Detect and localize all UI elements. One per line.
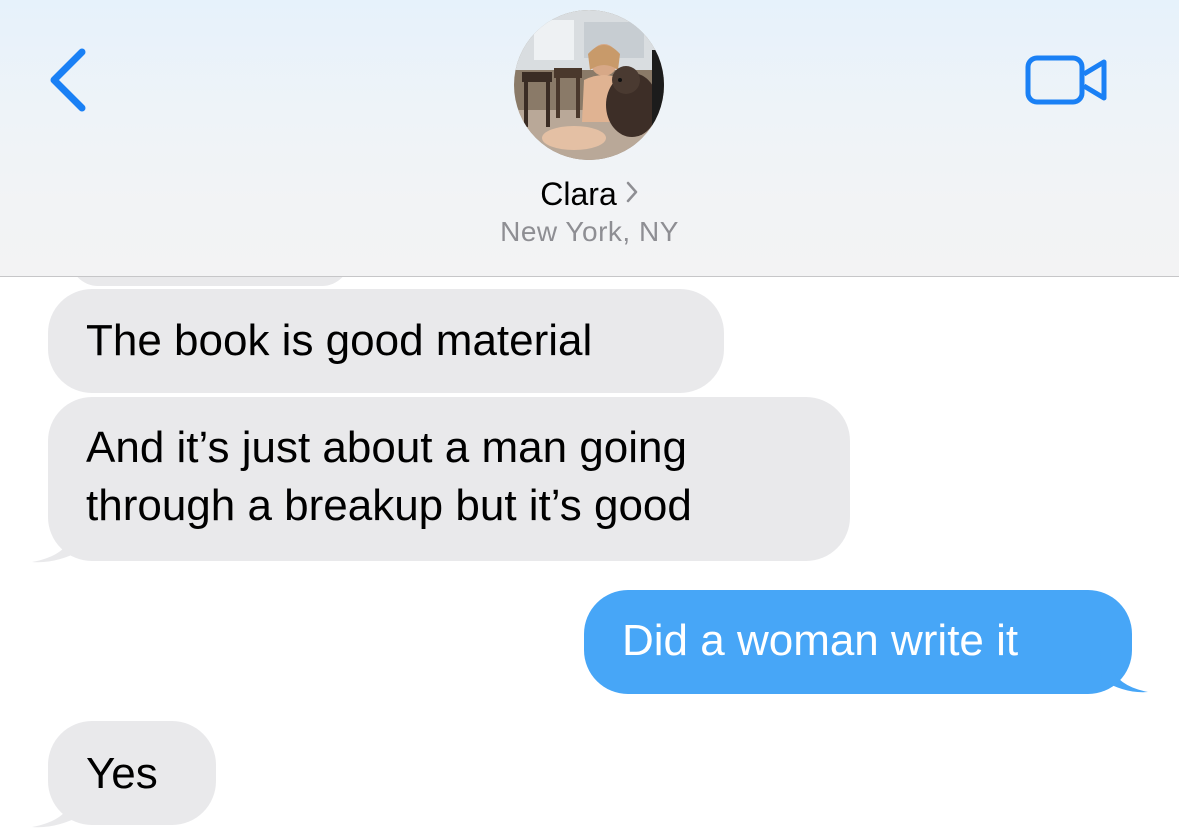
facetime-video-button[interactable] <box>1024 52 1110 108</box>
message-text-line: And it’s just about a man going <box>86 423 687 472</box>
message-text-line: through a breakup but it’s good <box>86 481 692 530</box>
avatar-photo <box>514 10 664 160</box>
message-bubble-incoming[interactable]: And it’s just about a man going through … <box>48 397 850 561</box>
conversation-header: Clara New York, NY <box>0 0 1179 277</box>
contact-name: Clara <box>540 176 617 212</box>
video-camera-icon <box>1025 55 1107 105</box>
message-text: The book is good material <box>86 316 593 365</box>
bubble-tail <box>1100 650 1148 693</box>
chevron-left-icon <box>50 48 86 112</box>
chevron-right-icon <box>625 175 639 212</box>
message-text: Yes <box>86 749 158 798</box>
bubble-tail <box>32 785 86 828</box>
contact-avatar[interactable] <box>514 10 664 160</box>
back-button[interactable] <box>40 42 100 118</box>
bubble-tail <box>32 520 86 563</box>
contact-location: New York, NY <box>500 216 679 247</box>
contact-name-button[interactable]: Clara <box>0 176 1179 215</box>
message-bubble-incoming[interactable]: The book is good material <box>48 289 724 393</box>
message-bubble-outgoing[interactable]: Did a woman write it <box>584 590 1132 694</box>
messages-screen: Clara New York, NY The book is good mate… <box>0 0 1179 829</box>
message-text: Did a woman write it <box>622 616 1019 665</box>
